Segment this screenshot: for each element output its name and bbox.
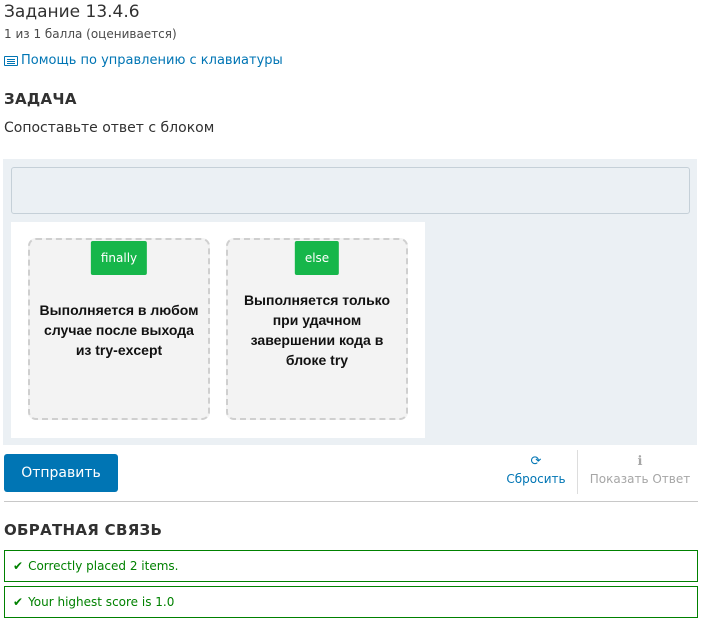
feedback-text: Your highest score is 1.0 bbox=[28, 595, 175, 609]
reset-label: Сбросить bbox=[506, 472, 566, 486]
info-icon: ℹ bbox=[637, 454, 643, 469]
show-answer-label: Показать Ответ bbox=[589, 472, 691, 486]
placed-item-finally[interactable]: finally bbox=[90, 241, 148, 275]
reset-button[interactable]: ⟳ Сбросить bbox=[505, 454, 567, 487]
drag-drop-area: finally Выполняется в любом случае после… bbox=[3, 159, 697, 445]
task-instruction: Сопоставьте ответ с блоком bbox=[4, 120, 215, 136]
section-divider bbox=[4, 501, 698, 502]
keyboard-help-label: Помощь по управлению с клавиатуры bbox=[21, 53, 283, 68]
feedback-heading: ОБРАТНАЯ СВЯЗЬ bbox=[4, 521, 163, 539]
placed-item-else[interactable]: else bbox=[294, 241, 340, 275]
zone-2-text: Выполняется только при удачном завершени… bbox=[243, 292, 391, 368]
check-icon: ✔ bbox=[13, 595, 24, 609]
drop-zone-1[interactable]: finally Выполняется в любом случае после… bbox=[28, 238, 210, 420]
feedback-message: ✔ Your highest score is 1.0 bbox=[4, 586, 698, 618]
problem-score: 1 из 1 балла (оценивается) bbox=[4, 27, 177, 41]
keyboard-help-link[interactable]: Помощь по управлению с клавиатуры bbox=[4, 53, 283, 68]
feedback-message: ✔ Correctly placed 2 items. bbox=[4, 550, 698, 582]
keyboard-icon bbox=[4, 55, 18, 66]
refresh-icon: ⟳ bbox=[530, 454, 542, 469]
zone-1-text: Выполняется в любом случае после выхода … bbox=[39, 302, 199, 358]
show-answer-button[interactable]: ℹ Показать Ответ bbox=[588, 454, 692, 487]
submit-button[interactable]: Отправить bbox=[4, 454, 118, 492]
item-bank-drop-target[interactable] bbox=[11, 167, 690, 214]
drop-zone-2[interactable]: else Выполняется только при удачном заве… bbox=[226, 238, 408, 420]
feedback-text: Correctly placed 2 items. bbox=[28, 559, 179, 573]
problem-title: Задание 13.4.6 bbox=[4, 2, 140, 22]
zone-panel: finally Выполняется в любом случае после… bbox=[11, 222, 425, 438]
check-icon: ✔ bbox=[13, 559, 24, 573]
task-heading: ЗАДАЧА bbox=[4, 90, 77, 108]
action-separator bbox=[577, 450, 578, 494]
